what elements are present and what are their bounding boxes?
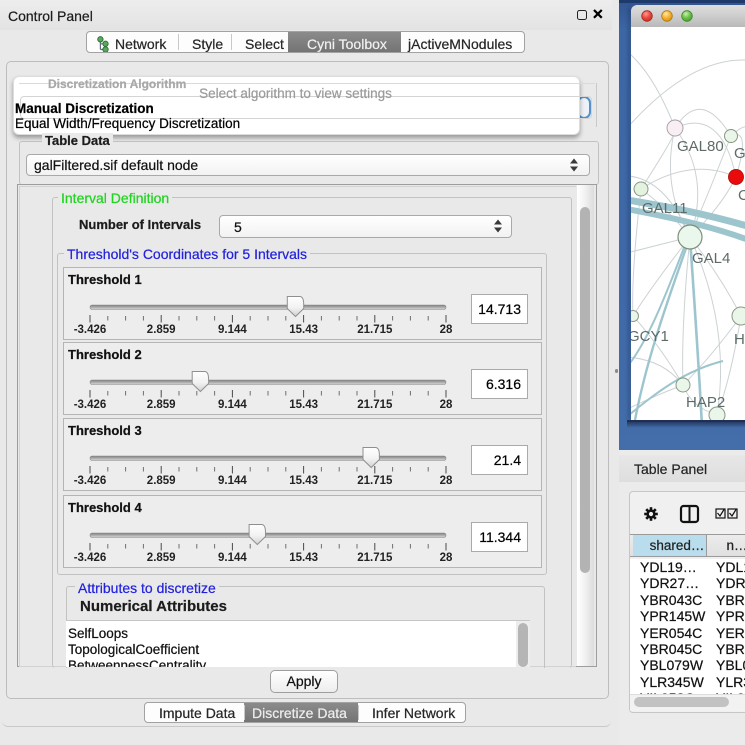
svg-text:28: 28 (440, 324, 453, 336)
svg-text:9.144: 9.144 (218, 324, 247, 336)
svg-text:21.715: 21.715 (357, 475, 393, 487)
svg-text:2.859: 2.859 (147, 399, 176, 411)
svg-text:15.43: 15.43 (289, 475, 318, 487)
svg-text:-3.426: -3.426 (74, 324, 107, 336)
svg-text:GAL11: GAL11 (642, 200, 688, 217)
svg-text:15.43: 15.43 (289, 324, 318, 336)
svg-text:-3.426: -3.426 (74, 475, 107, 487)
svg-text:9.144: 9.144 (218, 475, 247, 487)
svg-text:28: 28 (440, 475, 453, 487)
svg-text:HAP2: HAP2 (686, 394, 725, 411)
svg-text:H: H (734, 331, 745, 348)
svg-text:GCY1: GCY1 (631, 328, 669, 345)
svg-text:9.144: 9.144 (218, 552, 247, 564)
svg-text:28: 28 (440, 399, 453, 411)
svg-text:21.715: 21.715 (357, 552, 393, 564)
svg-text:-3.426: -3.426 (74, 552, 107, 564)
svg-text:G.: G. (734, 145, 745, 162)
svg-text:21.715: 21.715 (357, 399, 393, 411)
svg-text:GAL80: GAL80 (677, 138, 724, 155)
svg-text:-3.426: -3.426 (74, 399, 107, 411)
svg-text:21.715: 21.715 (357, 324, 393, 336)
svg-text:28: 28 (440, 552, 453, 564)
svg-text:2.859: 2.859 (147, 552, 176, 564)
svg-text:2.859: 2.859 (147, 324, 176, 336)
svg-text:2.859: 2.859 (147, 475, 176, 487)
svg-text:15.43: 15.43 (289, 552, 318, 564)
svg-text:15.43: 15.43 (289, 399, 318, 411)
svg-text:9.144: 9.144 (218, 399, 247, 411)
svg-text:C: C (738, 187, 745, 204)
svg-text:GAL4: GAL4 (692, 250, 730, 267)
